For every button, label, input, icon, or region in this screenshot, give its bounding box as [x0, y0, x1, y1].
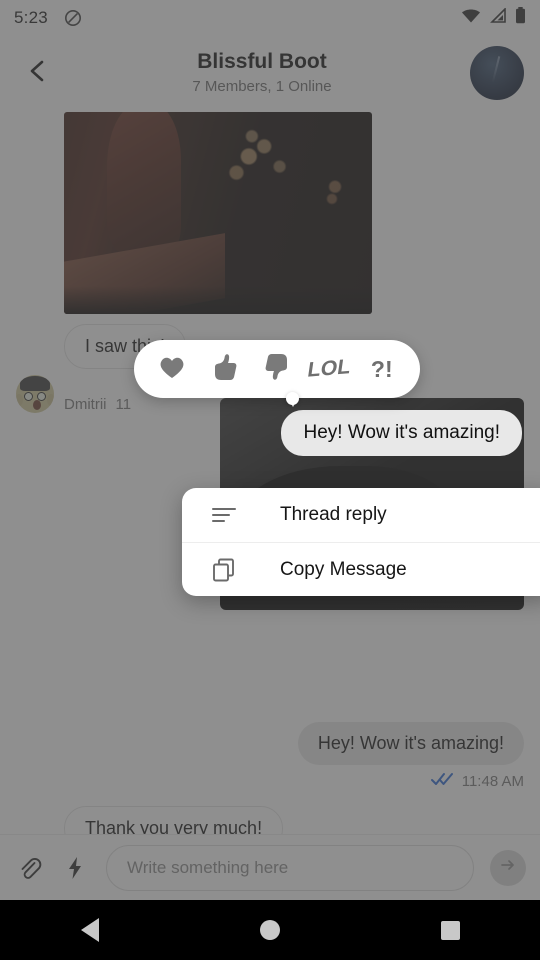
phone-screen: 5:23 Blissful Boot 7 Members, 1 Online I… [0, 0, 540, 960]
thumbs-up-icon [212, 353, 238, 386]
nav-back-icon [81, 918, 99, 942]
nav-recents-button[interactable] [418, 900, 482, 960]
nav-recents-icon [440, 920, 460, 940]
android-nav-bar [0, 900, 540, 960]
nav-home-icon [260, 920, 280, 940]
menu-item-label: Thread reply [280, 504, 387, 525]
menu-item-thread-reply[interactable]: Thread reply [182, 488, 540, 542]
lol-text-icon: LOL [306, 355, 353, 382]
lol-reaction-button[interactable]: LOL [306, 346, 352, 392]
context-menu[interactable]: Thread reply Copy Message [182, 488, 540, 596]
question-exclaim-text-icon: ?! [370, 355, 393, 382]
reaction-bar-anchor-dot [286, 392, 299, 405]
context-overlay-layer: Hey! Wow it's amazing! LOL ?! Thread rep… [0, 0, 540, 900]
thumbs-down-reaction-button[interactable] [254, 346, 300, 392]
thumbs-up-reaction-button[interactable] [202, 346, 248, 392]
nav-home-button[interactable] [238, 900, 302, 960]
reaction-picker[interactable]: LOL ?! [134, 340, 420, 407]
thumbs-down-icon [264, 353, 290, 386]
copy-icon [206, 552, 242, 588]
thread-reply-icon [206, 497, 242, 533]
menu-item-copy-message[interactable]: Copy Message [182, 542, 540, 596]
menu-item-label: Copy Message [280, 558, 407, 580]
nav-back-button[interactable] [58, 900, 122, 960]
selected-message-bubble[interactable]: Hey! Wow it's amazing! [281, 410, 522, 456]
wow-reaction-button[interactable]: ?! [359, 346, 405, 392]
heart-reaction-button[interactable] [149, 346, 195, 392]
heart-icon [158, 354, 186, 385]
